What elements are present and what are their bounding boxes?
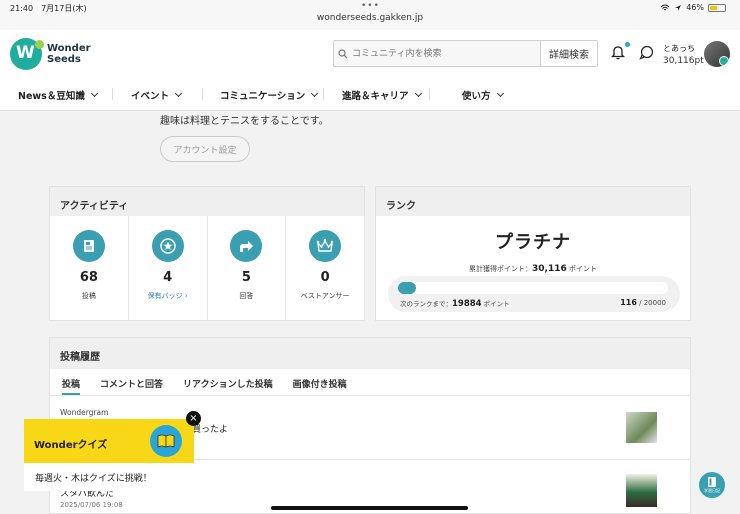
location-icon: [675, 4, 682, 11]
progress-track: [398, 282, 668, 294]
chat-icon[interactable]: [639, 45, 655, 61]
account-settings-button[interactable]: アカウント設定: [160, 136, 250, 162]
tab-image-posts[interactable]: 画像付き投稿: [293, 369, 357, 395]
nav-divider: [323, 88, 324, 100]
total-points: 累計獲得ポイント：30,116 ポイント: [469, 264, 597, 274]
tab-comments-answers[interactable]: コメントと回答: [100, 369, 173, 395]
star-badge-icon: [151, 230, 184, 262]
rank-progress: 次のランクまで：19884 ポイント 116 / 20000: [388, 276, 680, 312]
user-info[interactable]: とあっち 30,116pt: [663, 42, 704, 68]
home-indicator: [271, 506, 468, 510]
progress-fill: [398, 282, 416, 294]
document-icon: [72, 230, 105, 262]
chevron-down-icon: [311, 89, 319, 98]
post-category: Wondergram: [60, 408, 109, 417]
quiz-body: 毎週火・木はクイズに挑戦！: [24, 463, 194, 491]
user-points: 30,116pt: [663, 56, 704, 66]
activity-best-answers: 0 ベストアンサー: [286, 216, 364, 320]
activity-card: アクティビティ 68 投稿 4 保有バッジ › 5 回答 0 ベストアンサー: [49, 186, 365, 321]
logo-text: Wonder Seeds: [47, 43, 91, 65]
history-title: 投稿履歴: [50, 338, 690, 369]
profile-intro: 趣味は料理とテニスをすることです。: [160, 116, 329, 127]
activity-answers: 5 回答: [208, 216, 287, 320]
reply-arrow-icon: [230, 230, 263, 262]
search-icon: [334, 41, 352, 66]
quiz-popup[interactable]: Wonderクイズ 毎週火・木はクイズに挑戦！: [24, 419, 194, 491]
progress-ratio: 116 / 20000: [620, 298, 666, 307]
notification-bell-icon[interactable]: [610, 42, 630, 62]
points-to-next-rank: 次のランクまで：19884 ポイント: [400, 299, 510, 309]
nav-item-howto[interactable]: 使い方: [462, 88, 504, 102]
status-indicators: 46%: [660, 3, 726, 12]
nav-divider: [429, 88, 430, 100]
site-header: Wonder Seeds 詳細検索 とあっち 30,116pt: [0, 30, 740, 78]
nav-item-news[interactable]: News＆豆知識: [18, 88, 98, 102]
study-diary-button[interactable]: 学習日記: [697, 470, 727, 500]
notification-dot: [625, 42, 630, 47]
rank-title: ランク: [376, 187, 690, 216]
activity-value: 5: [241, 270, 251, 285]
activity-label: ベストアンサー: [300, 292, 350, 300]
activity-posts: 68 投稿: [50, 216, 129, 320]
quiz-title: Wonderクイズ: [34, 440, 108, 451]
activity-label: 回答: [239, 292, 254, 300]
activity-label: 投稿: [81, 292, 96, 300]
rank-card: ランク プラチナ 累計獲得ポイント：30,116 ポイント 次のランクまで：19…: [375, 186, 691, 321]
history-tabs: 投稿 コメントと回答 リアクションした投稿 画像付き投稿: [50, 369, 690, 396]
post-date: 2025/07/06 19:08: [60, 501, 123, 509]
search-box: 詳細検索: [333, 40, 598, 67]
chevron-down-icon: [496, 89, 504, 98]
rank-name: プラチナ: [495, 232, 571, 253]
browser-menu-dots[interactable]: •••: [361, 1, 380, 11]
main-nav: News＆豆知識 イベント コミュニケーション 進路＆キャリア 使い方: [0, 78, 740, 111]
battery-percent: 46%: [686, 3, 704, 12]
chevron-down-icon: [414, 89, 422, 98]
crown-icon: [309, 230, 342, 262]
nav-divider: [112, 88, 113, 100]
close-icon[interactable]: ×: [186, 411, 201, 426]
chevron-down-icon: [174, 89, 183, 98]
activity-value: 0: [320, 270, 330, 285]
tab-reacted-posts[interactable]: リアクションした投稿: [183, 369, 283, 395]
site-logo[interactable]: Wonder Seeds: [10, 38, 91, 70]
activity-title: アクティビティ: [50, 187, 364, 216]
activity-value: 4: [163, 270, 173, 285]
activity-value: 68: [79, 270, 98, 285]
status-bar: 21:40 7月17日(木) ••• wonderseeds.gakken.jp…: [0, 0, 740, 30]
nav-item-communication[interactable]: コミュニケーション: [220, 88, 319, 102]
notebook-icon: [708, 477, 716, 487]
nav-divider: [202, 88, 203, 100]
tab-posts[interactable]: 投稿: [62, 369, 90, 395]
wonderseeds-logo-icon: [10, 38, 44, 70]
address-bar-url[interactable]: wonderseeds.gakken.jp: [0, 13, 740, 23]
search-input[interactable]: [352, 41, 540, 66]
study-diary-label: 学習日記: [704, 488, 720, 493]
book-icon: [150, 425, 182, 457]
user-name: とあっち: [663, 44, 695, 53]
user-avatar[interactable]: [704, 41, 730, 67]
nav-item-career[interactable]: 進路＆キャリア: [342, 88, 422, 102]
post-thumbnail: [626, 412, 657, 443]
battery-icon: [708, 3, 726, 12]
post-thumbnail: [626, 474, 657, 507]
chevron-down-icon: [90, 89, 98, 98]
badges-link[interactable]: 保有バッジ ›: [148, 291, 188, 301]
advanced-search-button[interactable]: 詳細検索: [540, 41, 597, 66]
wifi-icon: [660, 4, 670, 10]
activity-badges[interactable]: 4 保有バッジ ›: [129, 216, 208, 320]
nav-item-events[interactable]: イベント: [131, 88, 183, 102]
